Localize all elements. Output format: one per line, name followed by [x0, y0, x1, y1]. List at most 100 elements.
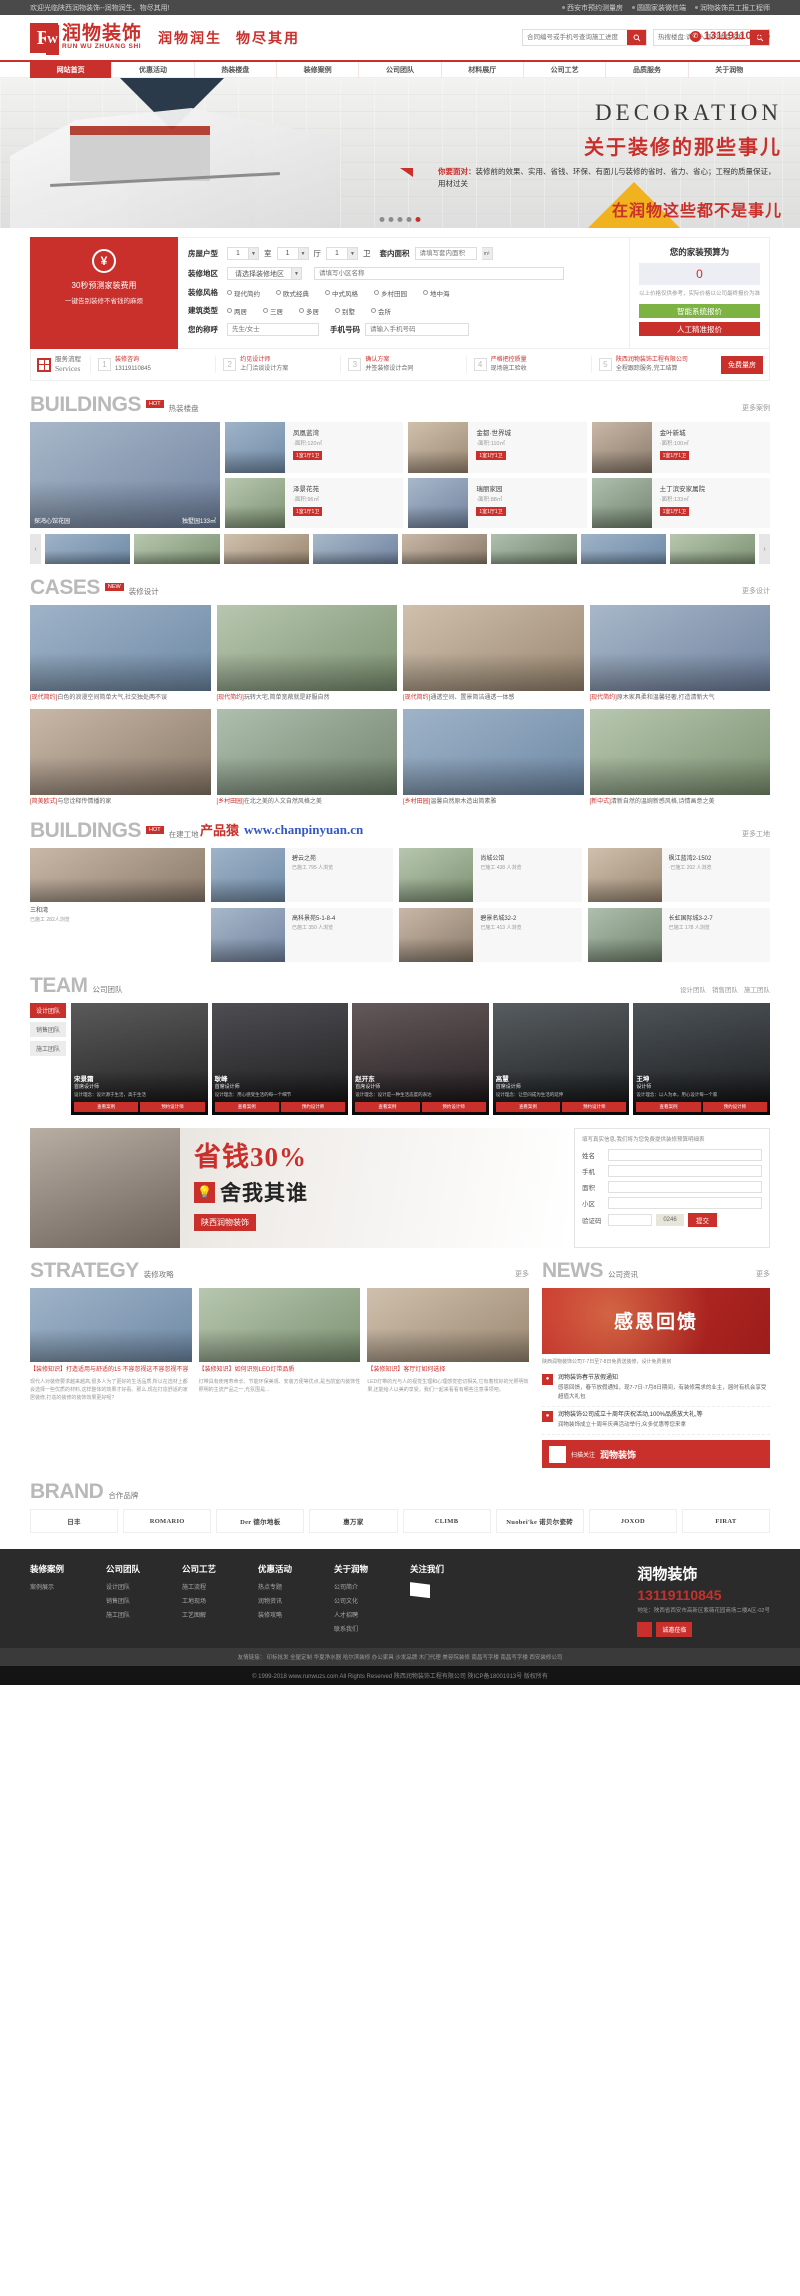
team-member-card[interactable]: 赵开东 首席设计师 设计理念：设计是一种生活态度的表达 查看案例 预约设计师	[352, 1002, 489, 1115]
news-item[interactable]: ● 润物装饰春节放假通知 感恩回馈，春节放假通知，现7-7日-7月8日期间，有装修需…	[542, 1370, 770, 1407]
friend-link-10[interactable]: 西安装修公司	[529, 1655, 562, 1661]
banner-dot-4[interactable]	[406, 217, 412, 222]
case-card[interactable]: [现代简约]原木家具柔和温馨轻奢,打造清新大气	[589, 605, 770, 703]
footer-link[interactable]: 施工团队	[106, 1610, 166, 1619]
footer-link[interactable]: 案例展示	[30, 1582, 90, 1591]
news-item[interactable]: ● 润物装饰公司成立十周年庆祝活动,100%品质放大礼,等 润物装饰成立十周年庆典活…	[542, 1407, 770, 1436]
friend-link-9[interactable]: 南昌写字楼	[500, 1655, 529, 1661]
footer-link[interactable]: 销售团队	[106, 1596, 166, 1605]
site-card[interactable]: 尚城公馆 已施工 438 人浏览	[399, 847, 582, 902]
building-card[interactable]: 瑞丽家园 ·面积:88㎡ 1室1厅1卫	[408, 477, 587, 529]
friend-link-8[interactable]: 南昌写字楼	[471, 1655, 500, 1661]
name-input[interactable]	[227, 323, 319, 336]
top-link-0[interactable]: 西安市预约测量房	[562, 3, 623, 13]
building-thumb-0[interactable]	[45, 534, 131, 565]
building-thumb-6[interactable]	[580, 534, 666, 565]
strategy-card[interactable]: 【装修知识】客厅灯如何选择 LED灯带的光与人的视觉生理和心理感觉密切相关,它有着…	[367, 1287, 530, 1402]
promo-submit-button[interactable]: 提交	[688, 1213, 717, 1228]
area-input[interactable]	[414, 247, 477, 260]
brand-logo-1[interactable]: ROMARIO	[123, 1509, 212, 1534]
style-option-1[interactable]: 欧式经典	[276, 288, 309, 298]
footer-link[interactable]: 联系我们	[334, 1624, 394, 1633]
strategy-card[interactable]: 【装修知识】打造适用与舒适的15 不容忽视这不容忽视不容 现代人对装修要求越来越高…	[30, 1287, 192, 1402]
team-book-button[interactable]: 预约设计师	[280, 1101, 346, 1112]
footer-link[interactable]: 公司简介	[334, 1582, 394, 1591]
brand-logo-3[interactable]: 惠万家	[309, 1509, 398, 1534]
promo-name-input[interactable]	[608, 1149, 762, 1162]
building-card[interactable]: 泽景花苑 ·面积:96㎡ 1室1厅1卫	[225, 477, 404, 529]
case-card[interactable]: [现代简约]玩转大宅,简单宽敞就是舒服自然	[216, 605, 397, 703]
friend-link-0[interactable]: 印标批发	[265, 1655, 290, 1661]
brand-logo-7[interactable]: FIRAT	[681, 1509, 770, 1534]
promo-community-input[interactable]	[608, 1197, 762, 1210]
friend-link-2[interactable]: 华夏净水器	[314, 1655, 343, 1661]
building-card[interactable]: 凤凰蓝湾 ·面积:120㎡ 1室1厅1卫	[225, 422, 404, 473]
sites-more-link[interactable]: 更多工地	[742, 829, 770, 841]
friend-link-1[interactable]: 全屋定制	[290, 1655, 314, 1661]
banner-dot-5[interactable]	[415, 217, 421, 222]
case-card[interactable]: [现代简约]通透空间、置景简洁通透一体感	[403, 605, 584, 703]
building-thumb-7[interactable]	[669, 534, 755, 565]
building-thumb-5[interactable]	[491, 534, 577, 565]
friend-link-7[interactable]: 美容院装修	[442, 1655, 471, 1661]
strategy-more-link[interactable]: 更多	[515, 1269, 529, 1281]
case-card[interactable]: [简美欧式]与您诠释传情播的家	[30, 709, 211, 807]
team-book-button[interactable]: 预约设计师	[140, 1101, 205, 1112]
site-feature-card[interactable]: 三和湾 已施工 282人浏览	[30, 847, 205, 962]
site-logo[interactable]: R 润物装饰 RUN WU ZHUANG SHI	[30, 22, 142, 55]
footer-link[interactable]: 热点专题	[258, 1582, 318, 1591]
team-view-cases-button[interactable]: 查看案例	[74, 1101, 139, 1112]
free-measure-button[interactable]: 免费量房	[721, 355, 763, 374]
auto-quote-button[interactable]: 智能系统报价	[639, 304, 760, 319]
team-tab-0[interactable]: 设计团队	[680, 984, 706, 994]
buildings-more-link[interactable]: 更多案例	[742, 403, 770, 415]
case-card[interactable]: [现代简约]白色的浪漫空间简单大气,社交独处两不误	[30, 605, 211, 703]
building-card[interactable]: 土丁滨安家属院 ·面积:133㎡ 1室1厅1卫	[591, 477, 770, 529]
friend-link-6[interactable]: 木门代理	[419, 1655, 443, 1661]
news-banner[interactable]: 感恩回馈	[542, 1287, 770, 1354]
brand-logo-0[interactable]: 日丰	[30, 1509, 119, 1534]
case-card[interactable]: [新中式]清新自然的温婉新感风格,诗情画意之美	[589, 709, 770, 807]
team-book-button[interactable]: 预约设计师	[702, 1101, 768, 1112]
footer-link[interactable]: 人才招聘	[334, 1610, 394, 1619]
case-card[interactable]: [乡村田园]在北之美的人文自然风格之美	[216, 709, 397, 807]
building-thumb-2[interactable]	[223, 534, 309, 565]
community-input[interactable]	[314, 267, 564, 280]
progress-search-input[interactable]	[523, 30, 627, 45]
site-card[interactable]: 碧云之苑 已施工 795 人浏览	[211, 847, 394, 902]
footer-link[interactable]: 施工流程	[182, 1582, 242, 1591]
banner-dot-1[interactable]	[379, 217, 385, 222]
team-tab-2[interactable]: 施工团队	[744, 984, 770, 994]
team-side-1[interactable]: 销售团队	[30, 1021, 66, 1037]
team-view-cases-button[interactable]: 查看案例	[636, 1101, 701, 1112]
baths-select[interactable]: 1 ▼	[326, 247, 358, 260]
brand-logo-6[interactable]: JOXOD	[588, 1509, 677, 1534]
promo-phone-input[interactable]	[608, 1165, 762, 1178]
team-view-cases-button[interactable]: 查看案例	[355, 1101, 420, 1112]
team-member-card[interactable]: 耿峰 首席设计师 设计理念：用心感受生活的每一个细节 查看案例 预约设计师	[211, 1002, 349, 1115]
footer-link[interactable]: 工艺图解	[182, 1610, 242, 1619]
footer-link[interactable]: 装修攻略	[258, 1610, 318, 1619]
friend-link-5[interactable]: 沙发品牌	[395, 1655, 419, 1661]
style-option-3[interactable]: 乡村田园	[374, 288, 407, 298]
style-option-2[interactable]: 中式风格	[325, 288, 358, 298]
footer-link[interactable]: 公司文化	[334, 1596, 394, 1605]
building-thumb-4[interactable]	[402, 534, 488, 565]
building-option-1[interactable]: 三居	[263, 306, 283, 316]
cases-more-link[interactable]: 更多设计	[742, 586, 770, 598]
strategy-card[interactable]: 【装修知识】如何识别LED灯带品质 灯带具有使用寿命长、节能环保美观、安装方便等优…	[198, 1287, 361, 1402]
rooms-select[interactable]: 1 ▼	[227, 247, 259, 260]
building-feature-card[interactable]: 探鸿心馆花园 独墅园133㎡	[30, 422, 220, 529]
news-more-link[interactable]: 更多	[756, 1269, 770, 1281]
top-link-1[interactable]: 圆圆家装微信端	[632, 3, 686, 13]
site-card[interactable]: 碧景名城32-2 已施工 413 人浏览	[399, 907, 582, 962]
building-option-3[interactable]: 别墅	[335, 306, 355, 316]
team-member-card[interactable]: 高慧 首席设计师 设计理念：让空间成为生活的延伸 查看案例 预约设计师	[492, 1002, 630, 1115]
building-card[interactable]: 金叶新城 ·面积:100㎡ 1室1厅1卫	[591, 422, 770, 473]
footer-invite-button[interactable]: 诚邀莅临	[656, 1621, 693, 1637]
captcha-image[interactable]: 0246	[656, 1214, 684, 1227]
friend-link-4[interactable]: 办公家具	[372, 1655, 396, 1661]
phone-input[interactable]	[365, 323, 469, 336]
footer-link[interactable]: 润物资讯	[258, 1596, 318, 1605]
team-side-0[interactable]: 设计团队	[30, 1002, 66, 1018]
